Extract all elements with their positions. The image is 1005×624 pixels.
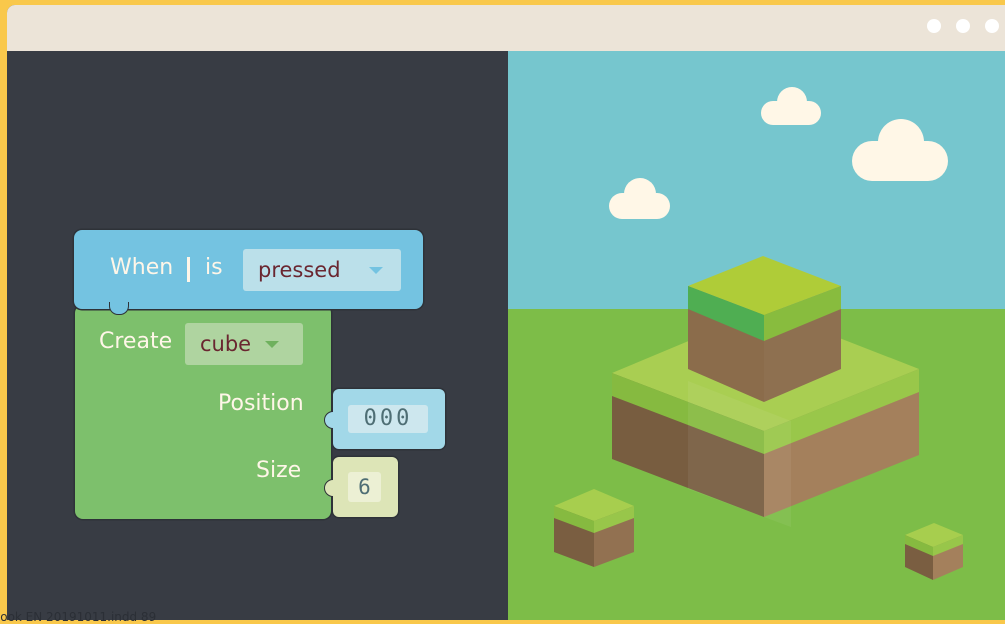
connector-notch	[324, 411, 333, 429]
is-label: is	[205, 255, 223, 280]
shape-dropdown-value: cube	[200, 332, 252, 356]
page-footer-text: Book EN 20191011.indd 89	[0, 610, 157, 624]
window-control-dot[interactable]	[956, 19, 970, 33]
app-window: Create cube Position Size 000 6 When is …	[7, 5, 1005, 620]
size-input-block[interactable]: 6	[324, 457, 398, 517]
game-stage	[508, 51, 1005, 620]
when-label: When	[110, 255, 174, 280]
title-bar	[7, 5, 1005, 51]
shape-dropdown[interactable]: cube	[185, 323, 303, 365]
position-value-field[interactable]: 000	[348, 405, 428, 433]
size-label: Size	[256, 458, 302, 483]
connector-notch	[324, 479, 333, 497]
chevron-down-icon	[265, 341, 279, 348]
chevron-down-icon	[369, 267, 383, 274]
size-value-field[interactable]: 6	[348, 472, 381, 502]
window-control-dot[interactable]	[985, 19, 999, 33]
event-dropdown[interactable]: pressed	[243, 249, 401, 291]
create-label: Create	[99, 329, 173, 354]
when-event-block[interactable]: When is pressed	[74, 230, 423, 315]
code-editor-panel: Create cube Position Size 000 6 When is …	[7, 51, 508, 620]
event-dropdown-value: pressed	[258, 258, 341, 282]
position-label: Position	[218, 391, 304, 416]
position-input-block[interactable]: 000	[324, 389, 445, 449]
window-control-dot[interactable]	[927, 19, 941, 33]
create-block[interactable]: Create cube Position Size	[75, 305, 331, 519]
isometric-scene	[508, 51, 1005, 620]
key-input-slot[interactable]	[187, 257, 190, 282]
